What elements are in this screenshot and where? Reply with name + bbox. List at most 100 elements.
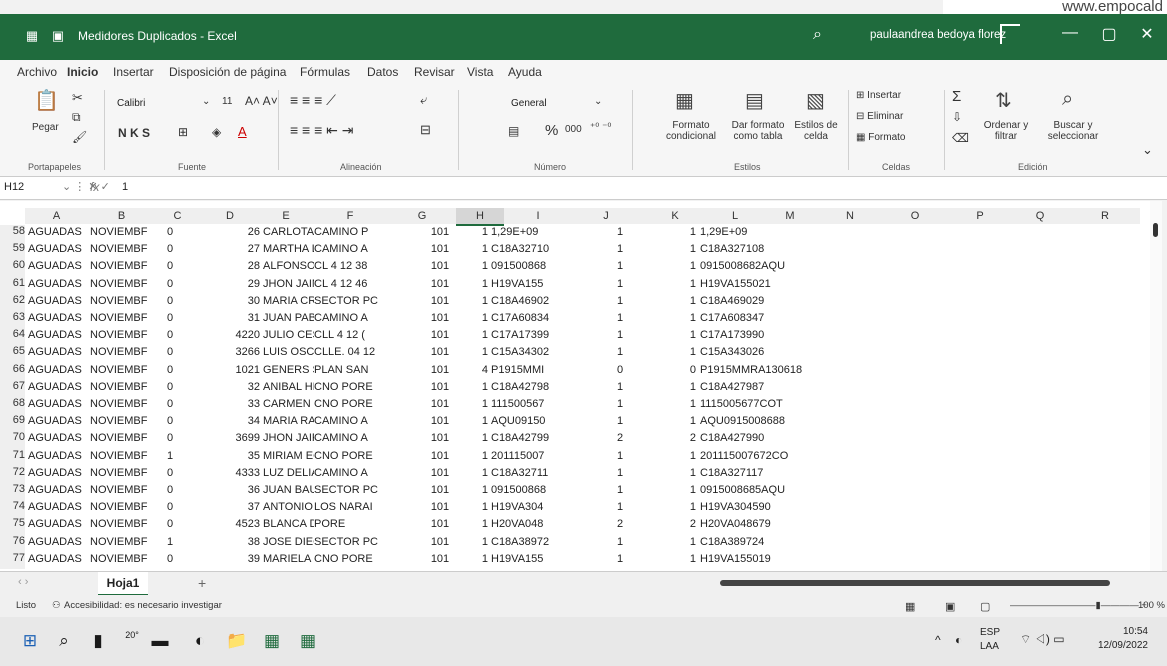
menu-revisar[interactable]: Revisar [414, 65, 455, 79]
column-header-g[interactable]: G [388, 208, 456, 224]
table-cell[interactable]: CARLOTA / [263, 226, 314, 238]
table-cell[interactable]: C18A42798 [491, 381, 563, 393]
table-cell[interactable]: 1 [680, 381, 696, 393]
row-header[interactable]: 72 [0, 465, 25, 483]
table-cell[interactable]: 1 [470, 329, 488, 341]
menu-vista[interactable]: Vista [467, 65, 493, 79]
table-cell[interactable]: 1 [680, 415, 696, 427]
table-cell[interactable]: 101 [420, 398, 460, 410]
row-header[interactable]: 60 [0, 259, 25, 277]
table-cell[interactable]: 1 [600, 536, 640, 548]
table-cell[interactable]: 101 [420, 295, 460, 307]
table-cell[interactable]: 1 [600, 278, 640, 290]
table-cell[interactable]: 1 [680, 260, 696, 272]
merge-center-icon[interactable]: ⊟ [420, 122, 431, 138]
table-cell[interactable]: NOVIEMBF [90, 243, 154, 255]
conditional-format-icon[interactable]: ▦ [675, 88, 694, 113]
weather-temp[interactable]: 20° [122, 625, 142, 645]
table-cell[interactable]: LOS NARAI [314, 501, 384, 513]
view-page-layout-icon[interactable]: ▣ [945, 600, 955, 613]
table-cell[interactable]: 0 [155, 518, 185, 530]
row-header[interactable]: 76 [0, 534, 25, 552]
table-cell[interactable]: NOVIEMBF [90, 295, 154, 307]
table-cell[interactable]: AGUADAS [28, 536, 90, 548]
cut-icon[interactable]: ✂ [72, 90, 83, 106]
table-cell[interactable]: CL 4 12 38 [314, 260, 384, 272]
table-cell[interactable]: 1 [470, 518, 488, 530]
table-cell[interactable]: 27 [200, 243, 260, 255]
table-cell[interactable]: 1 [680, 536, 696, 548]
user-name[interactable]: paulaandrea bedoya florez [870, 29, 1006, 41]
view-page-break-icon[interactable]: ▢ [980, 600, 990, 613]
table-cell[interactable]: 1 [470, 295, 488, 307]
font-name-select[interactable]: Calibri [114, 96, 203, 112]
table-cell[interactable]: MARIA CRI [263, 295, 314, 307]
table-cell[interactable]: 1,29E+09 [491, 226, 563, 238]
table-cell[interactable]: 1021 [200, 364, 260, 376]
thousands-button[interactable]: 000 [565, 124, 582, 135]
row-header[interactable]: 74 [0, 500, 25, 518]
table-cell[interactable]: P1915MMI [491, 364, 563, 376]
language-indicator[interactable]: ESP [980, 627, 1000, 638]
table-cell[interactable]: H19VA155 [491, 278, 563, 290]
language-indicator-2[interactable]: LAA [980, 641, 999, 652]
table-cell[interactable]: 1 [470, 553, 488, 565]
table-cell[interactable]: 101 [420, 415, 460, 427]
table-cell[interactable]: 101 [420, 226, 460, 238]
table-cell[interactable]: AGUADAS [28, 295, 90, 307]
table-cell[interactable]: CARMEN E [263, 398, 314, 410]
table-cell[interactable]: 201115007 [491, 450, 563, 462]
table-cell[interactable]: 1 [600, 381, 640, 393]
table-cell[interactable]: 34 [200, 415, 260, 427]
table-cell[interactable]: 111500567 [491, 398, 563, 410]
table-cell[interactable]: MARIELA N [263, 553, 314, 565]
table-cell[interactable]: CAMINO A [314, 415, 384, 427]
table-cell[interactable]: 1 [470, 381, 488, 393]
table-cell[interactable]: C18A427987 [700, 381, 810, 393]
table-cell[interactable]: 101 [420, 364, 460, 376]
table-cell[interactable]: 1 [600, 312, 640, 324]
search-taskbar-icon[interactable]: ⌕ [54, 631, 74, 651]
table-cell[interactable]: 1 [470, 415, 488, 427]
table-cell[interactable]: C18A32711 [491, 467, 563, 479]
table-cell[interactable]: ALFONSO ( [263, 260, 314, 272]
table-cell[interactable]: CNO PORE [314, 450, 384, 462]
table-format-icon[interactable]: ▤ [745, 88, 764, 113]
column-header-o[interactable]: O [880, 208, 950, 224]
column-header-a[interactable]: A [25, 208, 88, 224]
table-cell[interactable]: 32 [200, 381, 260, 393]
add-sheet-icon[interactable]: + [198, 575, 206, 591]
table-cell[interactable]: 37 [200, 501, 260, 513]
table-cell[interactable]: 101 [420, 501, 460, 513]
table-cell[interactable]: CAMINO A [314, 467, 384, 479]
bold-italic-underline[interactable]: N K S [118, 126, 150, 140]
percent-button[interactable]: % [545, 122, 558, 139]
table-cell[interactable]: ANTONIO I [263, 501, 314, 513]
table-cell[interactable]: 1 [680, 295, 696, 307]
table-cell[interactable]: C17A60834 [491, 312, 563, 324]
table-cell[interactable]: C18A327108 [700, 243, 810, 255]
table-cell[interactable]: 101 [420, 260, 460, 272]
table-cell[interactable]: 36 [200, 484, 260, 496]
table-cell[interactable]: AGUADAS [28, 501, 90, 513]
ribbon-display-icon[interactable] [1000, 24, 1020, 44]
fx-icon[interactable]: fx [90, 180, 99, 194]
save-icon[interactable]: ▣ [50, 28, 66, 44]
format-cells-button[interactable]: ▦ Formato [856, 132, 905, 143]
clock-time[interactable]: 10:54 [1098, 626, 1148, 637]
table-cell[interactable]: MARIA RAI [263, 415, 314, 427]
table-cell[interactable]: 35 [200, 450, 260, 462]
table-cell[interactable]: 4220 [200, 329, 260, 341]
table-cell[interactable]: NOVIEMBF [90, 278, 154, 290]
fill-color-icon[interactable]: ◈ [212, 125, 221, 139]
table-cell[interactable]: NOVIEMBF [90, 501, 154, 513]
table-cell[interactable]: 0 [155, 501, 185, 513]
table-cell[interactable]: 1,29E+09 [700, 226, 810, 238]
table-cell[interactable]: 1 [600, 398, 640, 410]
table-cell[interactable]: C15A343026 [700, 346, 810, 358]
table-cell[interactable]: 39 [200, 553, 260, 565]
table-cell[interactable]: NOVIEMBF [90, 536, 154, 548]
find-select-label[interactable]: Buscar y seleccionar [1040, 120, 1106, 142]
table-cell[interactable]: JOSE DIEG [263, 536, 314, 548]
table-cell[interactable]: 0 [155, 278, 185, 290]
